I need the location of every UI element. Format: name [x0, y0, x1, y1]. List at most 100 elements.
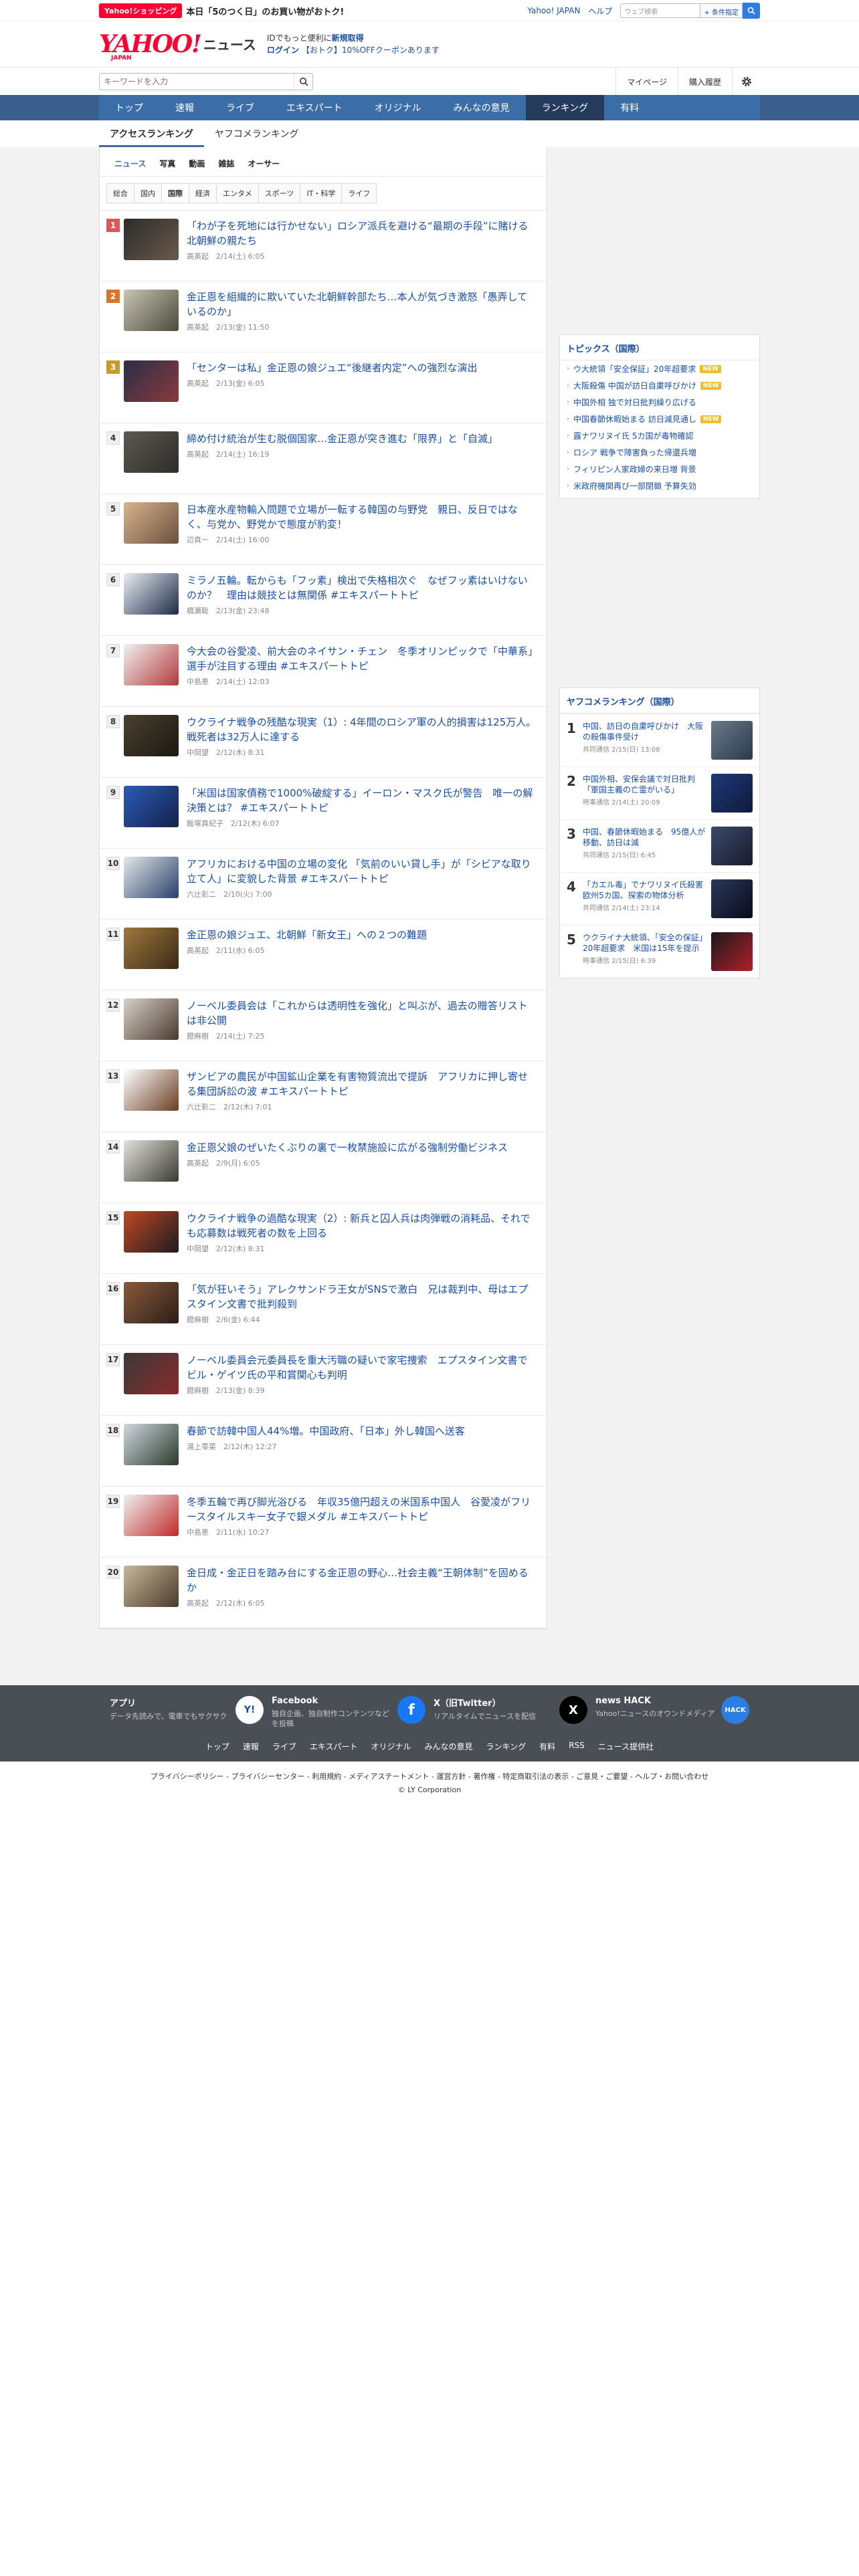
- article-title[interactable]: ミラノ五輪。転からも「フッ素」検出で失格相次ぐ なぜフッ素はいけないのか？ 理由…: [187, 573, 537, 603]
- purchase-history-link[interactable]: 購入履歴: [677, 68, 732, 96]
- article-title[interactable]: 中国、訪日の自粛呼びかけ 大阪の殺傷事件受け: [583, 721, 707, 742]
- comment-ranking-item[interactable]: 3 中国、春節休暇始まる 95億人が移動、訪日は減 共同通信 2/15(日) 6:4…: [560, 819, 759, 872]
- ranking-item[interactable]: 11 金正恩の娘ジュエ、北朝鮮「新女王」への２つの難題 高英起 2/11(水) 6:…: [100, 920, 547, 990]
- article-title[interactable]: ウクライナ戦争の過酷な現実（2）: 新兵と囚人兵は肉弾戦の消耗品、それでも応募数…: [187, 1211, 537, 1241]
- genre-tab-international[interactable]: 国際: [161, 183, 189, 203]
- article-title[interactable]: 金正恩父娘のぜいたくぶりの裏で一枚禁施設に広がる強制労働ビジネス: [187, 1140, 537, 1155]
- topic-item[interactable]: › 露ナワリヌイ氏 5カ国が毒物確認: [560, 427, 759, 444]
- ranking-item[interactable]: 17 ノーベル委員会元委員長を重大汚職の疑いで家宅捜索 エプスタイン文書でビル・ゲ…: [100, 1345, 547, 1416]
- article-thumbnail[interactable]: [711, 827, 753, 865]
- web-search-input[interactable]: ウェブ検索: [620, 3, 701, 18]
- article-title[interactable]: 金正恩の娘ジュエ、北朝鮮「新女王」への２つの難題: [187, 928, 537, 942]
- article-thumbnail[interactable]: [124, 1069, 179, 1111]
- ranking-item[interactable]: 18 春節で訪韓中国人44%増。中国政府、「日本」外し韓国へ送客 湯上零菜 2/12…: [100, 1416, 547, 1487]
- article-title[interactable]: 金日成・金正日を踏み台にする金正恩の野心…社会主義“王朝体制”を固めるか: [187, 1566, 537, 1595]
- article-title[interactable]: 冬季五輪で再び脚光浴びる 年収35億円超えの米国系中国人 谷愛凌がフリースタイル…: [187, 1495, 537, 1524]
- footer-link[interactable]: ニュース提供社: [598, 1741, 654, 1752]
- article-title[interactable]: 今大会の谷愛凌、前大会のネイサン・チェン 冬季オリンピックで「中華系」選手が注目…: [187, 644, 537, 673]
- coupon-link[interactable]: 【おトク】10%OFFクーポンあります: [302, 45, 440, 55]
- article-thumbnail[interactable]: [124, 928, 179, 969]
- topic-item[interactable]: › ロシア 戦争で障害負った帰還兵増: [560, 444, 759, 461]
- genre-tab-entertainment[interactable]: エンタメ: [216, 183, 259, 203]
- article-title[interactable]: ノーベル委員会は「これからは透明性を強化」と叫ぶが、過去の贈答リストは非公開: [187, 998, 537, 1028]
- article-title[interactable]: 「米国は国家債務で1000%破綻する」イーロン・マスク氏が警告 唯一の解決策とは…: [187, 786, 537, 815]
- article-title[interactable]: 「気が狂いそう」アレクサンドラ王女がSNSで激白 兄は裁判中、母はエプスタイン文…: [187, 1282, 537, 1311]
- comment-ranking-item[interactable]: 4 「カエル毒」でナワリヌイ氏殺害 欧州5カ国、探索の物体分析 共同通信 2/14(…: [560, 872, 759, 925]
- legal-links[interactable]: プライバシーポリシー - プライバシーセンター - 利用規約 - メディアステー…: [0, 1771, 859, 1782]
- genre-tab-sports[interactable]: スポーツ: [258, 183, 301, 203]
- ranking-item[interactable]: 6 ミラノ五輪。転からも「フッ素」検出で失格相次ぐ なぜフッ素はいけないのか？ 理…: [100, 565, 547, 636]
- article-thumbnail[interactable]: [124, 715, 179, 756]
- login-link[interactable]: ログイン: [267, 45, 299, 55]
- footer-link[interactable]: 有料: [539, 1741, 555, 1752]
- yahoo-news-logo[interactable]: YAHOO! ニュース JAPAN: [99, 32, 256, 62]
- footer-link[interactable]: ランキング: [486, 1741, 527, 1752]
- comment-ranking-item[interactable]: 1 中国、訪日の自粛呼びかけ 大阪の殺傷事件受け 共同通信 2/15(日) 13:0…: [560, 714, 759, 766]
- footer-link[interactable]: ライブ: [272, 1741, 296, 1752]
- footer-link[interactable]: RSS: [569, 1741, 585, 1752]
- topic-item[interactable]: › 米政府機関再び一部閉鎖 予算失効: [560, 477, 759, 494]
- article-thumbnail[interactable]: [124, 290, 179, 331]
- web-search-detail-link[interactable]: + 条件指定: [700, 3, 743, 18]
- article-thumbnail[interactable]: [124, 1282, 179, 1323]
- article-thumbnail[interactable]: [711, 721, 753, 760]
- topic-link[interactable]: ウ大統領「安全保証」20年超要求: [573, 363, 696, 374]
- topic-link[interactable]: 米政府機関再び一部閉鎖 予算失効: [573, 480, 696, 492]
- article-thumbnail[interactable]: [124, 573, 179, 615]
- article-thumbnail[interactable]: [124, 1424, 179, 1465]
- topic-link[interactable]: フィリピン人家政婦の来日増 背景: [573, 463, 696, 475]
- signup-link[interactable]: 新規取得: [332, 33, 364, 43]
- ranking-item[interactable]: 16 「気が狂いそう」アレクサンドラ王女がSNSで激白 兄は裁判中、母はエプスタイ…: [100, 1274, 547, 1345]
- ranking-item[interactable]: 9 「米国は国家債務で1000%破綻する」イーロン・マスク氏が警告 唯一の解決策と…: [100, 778, 547, 849]
- ranking-item[interactable]: 2 金正恩を組織的に欺いていた北朝鮮幹部たち…本人が気づき激怒「愚弄しているのか」…: [100, 282, 547, 352]
- article-thumbnail[interactable]: [124, 644, 179, 685]
- genre-tab-it-science[interactable]: IT・科学: [300, 183, 343, 203]
- article-title[interactable]: 中国外相、安保会議で対日批判「軍国主義の亡霊がいる」: [583, 774, 707, 795]
- keyword-search-button[interactable]: [294, 74, 312, 90]
- nav-expert[interactable]: エキスパート: [270, 95, 359, 120]
- article-thumbnail[interactable]: [124, 1211, 179, 1253]
- ranking-item[interactable]: 1 「わが子を死地には行かせない」ロシア派兵を避ける“最期の手段”に賭ける北朝鮮の…: [100, 211, 547, 282]
- topic-link[interactable]: 中国春節休暇始まる 訪日減見通し: [573, 413, 696, 425]
- article-thumbnail[interactable]: [124, 360, 179, 402]
- footer-app-card[interactable]: X（旧Twitter） リアルタイムでニュースを配信 X: [434, 1696, 587, 1729]
- footer-link[interactable]: 速報: [243, 1741, 259, 1752]
- nav-opinions[interactable]: みんなの意見: [438, 95, 526, 120]
- topic-link[interactable]: ロシア 戦争で障害負った帰還兵増: [573, 447, 696, 458]
- ranking-item[interactable]: 8 ウクライナ戦争の残酷な現実（1）: 4年間のロシア軍の人的損害は125万人。戦…: [100, 707, 547, 778]
- genre-tab-all[interactable]: 総合: [106, 183, 134, 203]
- article-thumbnail[interactable]: [124, 1495, 179, 1536]
- genre-tab-life[interactable]: ライフ: [341, 183, 377, 203]
- nav-ranking[interactable]: ランキング: [525, 95, 605, 120]
- ranking-item[interactable]: 5 日本産水産物輸入問題で立場が一転する韓国の与野党 親日、反日ではなく、与党か、…: [100, 494, 547, 565]
- x-icon[interactable]: X: [559, 1696, 587, 1724]
- tab-comment-ranking[interactable]: ヤフコメランキング: [204, 127, 310, 147]
- footer-link[interactable]: エキスパート: [310, 1741, 358, 1752]
- footer-app-card[interactable]: アプリ データ先読みで、電車でもサクサク Y!: [110, 1696, 264, 1729]
- type-tab-photo[interactable]: 写真: [153, 154, 182, 173]
- tab-access-ranking[interactable]: アクセスランキング: [99, 127, 204, 147]
- keyword-search-input[interactable]: [100, 74, 294, 90]
- nav-live[interactable]: ライブ: [210, 95, 270, 120]
- ranking-item[interactable]: 4 締め付け統治が生む脱個国家…金正恩が突き進む「限界」と「自滅」 高英起 2/14…: [100, 423, 547, 494]
- ranking-item[interactable]: 20 金日成・金正日を踏み台にする金正恩の野心…社会主義“王朝体制”を固めるか 高英…: [100, 1558, 547, 1628]
- topic-item[interactable]: › フィリピン人家政婦の来日増 背景: [560, 461, 759, 477]
- news-hack-icon[interactable]: HACK: [721, 1696, 749, 1724]
- shopping-promo-badge[interactable]: Yahoo!ショッピング: [99, 3, 183, 18]
- comment-ranking-item[interactable]: 5 ウクライナ大統領、「安全の保証」20年超要求 米国は15年を提示 時事通信 2/…: [560, 925, 759, 978]
- article-thumbnail[interactable]: [711, 774, 753, 813]
- nav-original[interactable]: オリジナル: [359, 95, 438, 120]
- ranking-item[interactable]: 10 アフリカにおける中国の立場の変化 「気前のいい貸し手」が「シビアな取り立て人…: [100, 849, 547, 920]
- article-title[interactable]: ウクライナ戦争の残酷な現実（1）: 4年間のロシア軍の人的損害は125万人。戦死…: [187, 715, 537, 744]
- shopping-promo-text[interactable]: 本日「5のつく日」のお買い物がおトク!: [186, 5, 344, 17]
- nav-flash[interactable]: 速報: [159, 95, 210, 120]
- ranking-item[interactable]: 12 ノーベル委員会は「これからは透明性を強化」と叫ぶが、過去の贈答リストは非公開…: [100, 990, 547, 1061]
- topic-item[interactable]: › 中国外相 独で対日批判繰り広げる: [560, 394, 759, 411]
- article-thumbnail[interactable]: [124, 1566, 179, 1607]
- genre-tab-domestic[interactable]: 国内: [134, 183, 162, 203]
- article-title[interactable]: アフリカにおける中国の立場の変化 「気前のいい貸し手」が「シビアな取り立て人」に…: [187, 857, 537, 886]
- yahoo-japan-link[interactable]: Yahoo! JAPAN: [527, 6, 580, 15]
- article-thumbnail[interactable]: [124, 502, 179, 544]
- web-search-button[interactable]: [743, 3, 760, 19]
- ranking-item[interactable]: 14 金正恩父娘のぜいたくぶりの裏で一枚禁施設に広がる強制労働ビジネス 高英起 2/…: [100, 1132, 547, 1203]
